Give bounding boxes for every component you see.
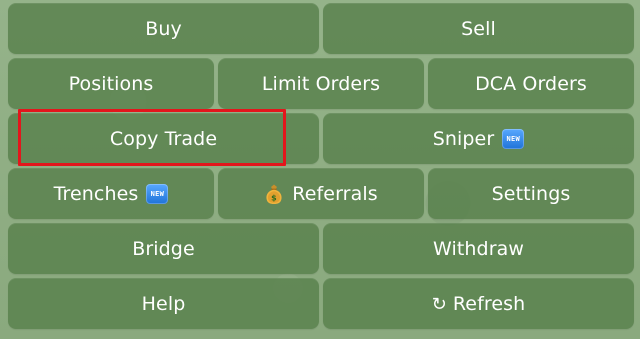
help-button[interactable]: Help [8,278,319,329]
keyboard-row-5: Bridge Withdraw [8,223,634,274]
referrals-button[interactable]: $ Referrals [218,168,424,219]
refresh-button[interactable]: ↻ Refresh [323,278,634,329]
svg-text:$: $ [271,193,277,202]
limit-orders-label: Limit Orders [261,72,381,95]
bridge-label: Bridge [132,237,195,260]
keyboard-row-4: Trenches NEW $ Referrals Settings [8,168,634,219]
keyboard-row-3: Copy Trade Sniper NEW [8,113,634,164]
refresh-icon: ↻ [431,293,447,315]
new-badge-icon: NEW [502,128,525,149]
limit-orders-button[interactable]: Limit Orders [218,58,424,109]
referrals-label: Referrals [292,182,378,205]
settings-button[interactable]: Settings [428,168,634,219]
dca-orders-button[interactable]: DCA Orders [428,58,634,109]
buy-label: Buy [145,17,182,40]
positions-button[interactable]: Positions [8,58,214,109]
sniper-label: Sniper [432,127,495,150]
refresh-label: Refresh [452,292,526,315]
money-bag-icon: $ [264,183,284,205]
sell-label: Sell [461,17,496,40]
sell-button[interactable]: Sell [323,3,634,54]
positions-label: Positions [68,72,154,95]
buy-button[interactable]: Buy [8,3,319,54]
settings-label: Settings [491,182,571,205]
copy-trade-button[interactable]: Copy Trade [8,113,319,164]
keyboard-row-6: Help ↻ Refresh [8,278,634,329]
new-badge-icon: NEW [146,183,169,204]
inline-keyboard: Buy Sell Positions Limit Orders DCA Orde… [0,0,640,339]
bridge-button[interactable]: Bridge [8,223,319,274]
keyboard-row-1: Buy Sell [8,3,634,54]
dca-orders-label: DCA Orders [475,72,587,95]
sniper-button[interactable]: Sniper NEW [323,113,634,164]
trenches-label: Trenches [53,182,139,205]
keyboard-row-2: Positions Limit Orders DCA Orders [8,58,634,109]
withdraw-label: Withdraw [433,237,524,260]
help-label: Help [141,292,186,315]
copy-trade-label: Copy Trade [109,127,218,150]
withdraw-button[interactable]: Withdraw [323,223,634,274]
trenches-button[interactable]: Trenches NEW [8,168,214,219]
